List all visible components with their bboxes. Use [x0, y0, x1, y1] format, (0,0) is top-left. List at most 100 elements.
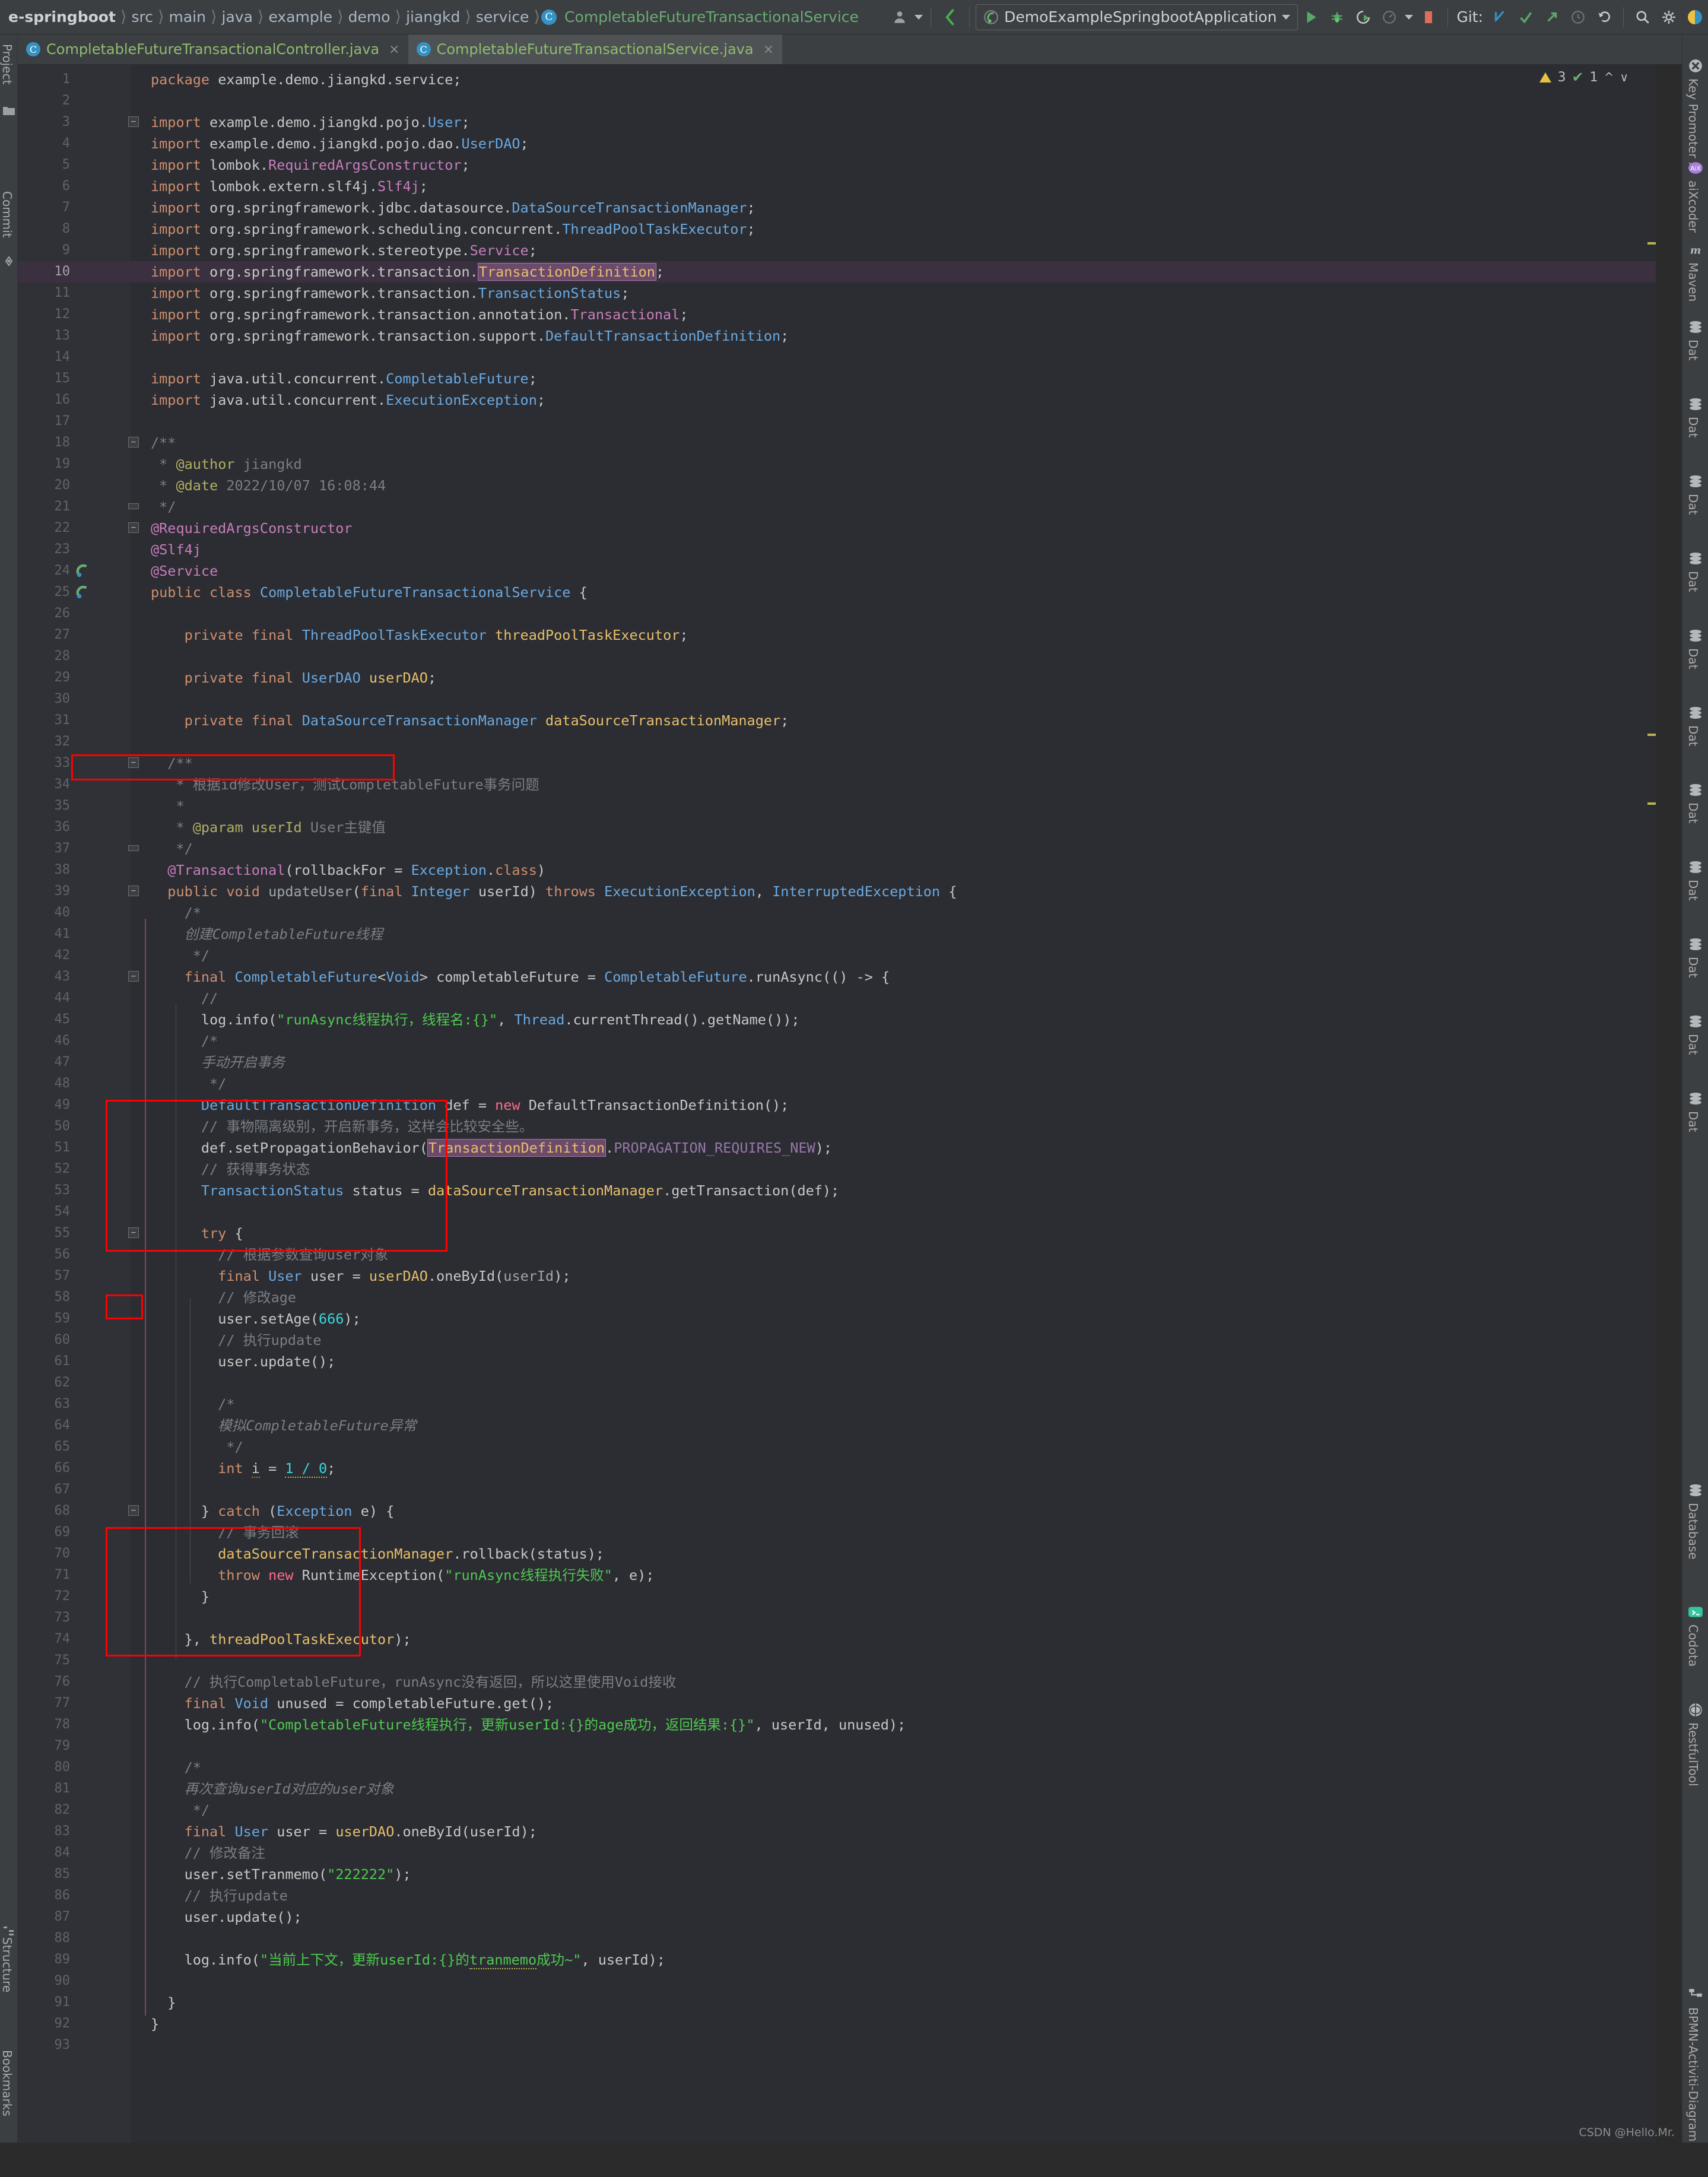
code-line[interactable]: 58 // 修改age [18, 1287, 1656, 1308]
sidebar-item-commit[interactable]: Commit [0, 183, 18, 319]
code-line[interactable]: 8import org.springframework.scheduling.c… [18, 218, 1656, 240]
code-line[interactable]: 2 [18, 90, 1656, 112]
fold-collapse-icon[interactable]: − [128, 116, 139, 127]
fold-collapse-icon[interactable]: − [128, 757, 139, 768]
code-line[interactable]: 81 再次查询userId对应的user对象 [18, 1778, 1656, 1800]
code-line[interactable]: 29 private final UserDAO userDAO; [18, 667, 1656, 688]
code-line[interactable]: 92} [18, 2013, 1656, 2035]
code-line[interactable]: 27 private final ThreadPoolTaskExecutor … [18, 624, 1656, 646]
close-icon[interactable]: × [763, 42, 774, 57]
spring-bean-icon2[interactable] [75, 585, 90, 600]
code-line[interactable]: 61 user.update(); [18, 1351, 1656, 1372]
code-line[interactable]: 71 throw new RuntimeException("runAsync线… [18, 1564, 1656, 1586]
code-line[interactable]: 59 user.setAge(666); [18, 1308, 1656, 1329]
fold-collapse-icon[interactable]: − [128, 971, 139, 982]
code-line[interactable]: 52 // 获得事务状态 [18, 1159, 1656, 1180]
code-line[interactable]: 55− try { [18, 1223, 1656, 1244]
code-line[interactable]: 63 /* [18, 1394, 1656, 1415]
code-line[interactable]: 11import org.springframework.transaction… [18, 283, 1656, 304]
chevron-down-icon[interactable] [1282, 15, 1290, 20]
code-line[interactable]: 16import java.util.concurrent.ExecutionE… [18, 389, 1656, 411]
code-line[interactable]: 78 log.info("CompletableFuture线程执行，更新use… [18, 1714, 1656, 1735]
code-line[interactable]: 67 [18, 1479, 1656, 1500]
error-stripe-marker[interactable] [1647, 802, 1656, 805]
code-line[interactable]: 68− } catch (Exception e) { [18, 1500, 1656, 1522]
code-line[interactable]: 62 [18, 1372, 1656, 1394]
close-icon[interactable]: × [389, 42, 399, 57]
code-line[interactable]: 40 /* [18, 902, 1656, 924]
user-icon[interactable] [887, 4, 913, 30]
code-line[interactable]: 30 [18, 688, 1656, 710]
code-line[interactable]: 65 */ [18, 1436, 1656, 1458]
code-line[interactable]: 21 */ [18, 496, 1656, 518]
code-line[interactable]: 57 final User user = userDAO.oneById(use… [18, 1265, 1656, 1287]
fold-collapse-icon[interactable]: − [128, 1505, 139, 1516]
sidebar-item-bookmarks[interactable]: Bookmarks [0, 2040, 18, 2177]
breadcrumb-item-src[interactable]: src [128, 8, 157, 26]
breadcrumb-item-project[interactable]: e-springboot [5, 8, 119, 26]
code-line[interactable]: 64 模拟CompletableFuture异常 [18, 1415, 1656, 1436]
code-line[interactable]: 80 /* [18, 1757, 1656, 1778]
ide-plugin-icon[interactable] [1682, 4, 1708, 30]
code-line[interactable]: 54 [18, 1201, 1656, 1223]
code-line[interactable]: 4import example.demo.jiangkd.pojo.dao.Us… [18, 133, 1656, 154]
code-line[interactable]: 45 log.info("runAsync线程执行，线程名:{}", Threa… [18, 1009, 1656, 1030]
code-line[interactable]: 42 */ [18, 945, 1656, 966]
debug-icon[interactable] [1324, 4, 1350, 30]
code-line[interactable]: 72 } [18, 1586, 1656, 1607]
code-line[interactable]: 41 创建CompletableFuture线程 [18, 924, 1656, 945]
fold-collapse-icon[interactable]: − [128, 886, 139, 896]
code-line[interactable]: 7import org.springframework.jdbc.datasou… [18, 197, 1656, 218]
code-line[interactable]: 56 // 根据参数查询user对象 [18, 1244, 1656, 1265]
rollback-icon[interactable] [1591, 4, 1617, 30]
code-line[interactable]: 50 // 事物隔离级别，开启新事务，这样会比较安全些。 [18, 1116, 1656, 1137]
code-line[interactable]: 32 [18, 731, 1656, 753]
profiler-icon[interactable] [1376, 4, 1402, 30]
code-line[interactable]: 91 } [18, 1992, 1656, 2013]
code-line[interactable]: 44 // [18, 988, 1656, 1009]
code-editor[interactable]: 3 ✔ 1 ^ ∨ 1package example.demo.jiangkd.… [18, 64, 1656, 2143]
breadcrumb-item-jiangkd[interactable]: jiangkd [402, 8, 463, 26]
fold-collapse-icon[interactable]: − [128, 1227, 139, 1238]
code-line[interactable]: 37 */ [18, 838, 1656, 859]
commit-icon[interactable] [1513, 4, 1539, 30]
fold-collapse-icon[interactable]: − [128, 437, 139, 448]
error-stripe-marker[interactable] [1647, 242, 1656, 245]
fold-end-icon[interactable] [128, 845, 139, 851]
chevron-down-icon[interactable] [913, 4, 925, 30]
code-line[interactable]: 43− final CompletableFuture<Void> comple… [18, 966, 1656, 988]
breadcrumb-item-java[interactable]: java [218, 8, 256, 26]
update-project-icon[interactable] [1487, 4, 1513, 30]
run-configuration-selector[interactable]: DemoExampleSpringbootApplication [976, 4, 1298, 30]
code-line[interactable]: 23@Slf4j [18, 539, 1656, 560]
code-line[interactable]: 76 // 执行CompletableFuture，runAsync没有返回，所… [18, 1671, 1656, 1693]
history-icon[interactable] [1565, 4, 1591, 30]
code-line[interactable]: 31 private final DataSourceTransactionMa… [18, 710, 1656, 731]
code-line[interactable]: 6import lombok.extern.slf4j.Slf4j; [18, 176, 1656, 197]
code-line[interactable]: 1package example.demo.jiangkd.service; [18, 69, 1656, 90]
code-line[interactable]: 20 * @date 2022/10/07 16:08:44 [18, 475, 1656, 496]
code-line[interactable]: 87 user.update(); [18, 1906, 1656, 1928]
code-line[interactable]: 35 * [18, 795, 1656, 817]
code-line[interactable]: 90 [18, 1970, 1656, 1992]
code-line[interactable]: 47 手动开启事务 [18, 1052, 1656, 1073]
code-line[interactable]: 19 * @author jiangkd [18, 453, 1656, 475]
code-line[interactable]: 12import org.springframework.transaction… [18, 304, 1656, 325]
code-line[interactable]: 36 * @param userId User主键值 [18, 817, 1656, 838]
fold-collapse-icon[interactable]: − [128, 522, 139, 533]
breadcrumb-item-demo[interactable]: demo [345, 8, 394, 26]
breadcrumb-item-class[interactable]: CompletableFutureTransactionalService [561, 8, 862, 26]
code-line[interactable]: 17 [18, 411, 1656, 432]
code-line[interactable]: 13import org.springframework.transaction… [18, 325, 1656, 347]
code-line[interactable]: 66 int i = 1 / 0; [18, 1458, 1656, 1479]
code-line[interactable]: 48 */ [18, 1073, 1656, 1094]
error-stripe-marker[interactable] [1647, 734, 1656, 736]
code-line[interactable]: 24@Service [18, 560, 1656, 582]
code-line[interactable]: 93 [18, 2035, 1656, 2056]
code-line[interactable]: 26 [18, 603, 1656, 624]
code-line[interactable]: 22−@RequiredArgsConstructor [18, 518, 1656, 539]
code-line[interactable]: 33− /** [18, 753, 1656, 774]
chevron-down-icon[interactable] [1402, 4, 1415, 30]
code-line[interactable]: 15import java.util.concurrent.Completabl… [18, 368, 1656, 389]
gear-icon[interactable] [1656, 4, 1682, 30]
